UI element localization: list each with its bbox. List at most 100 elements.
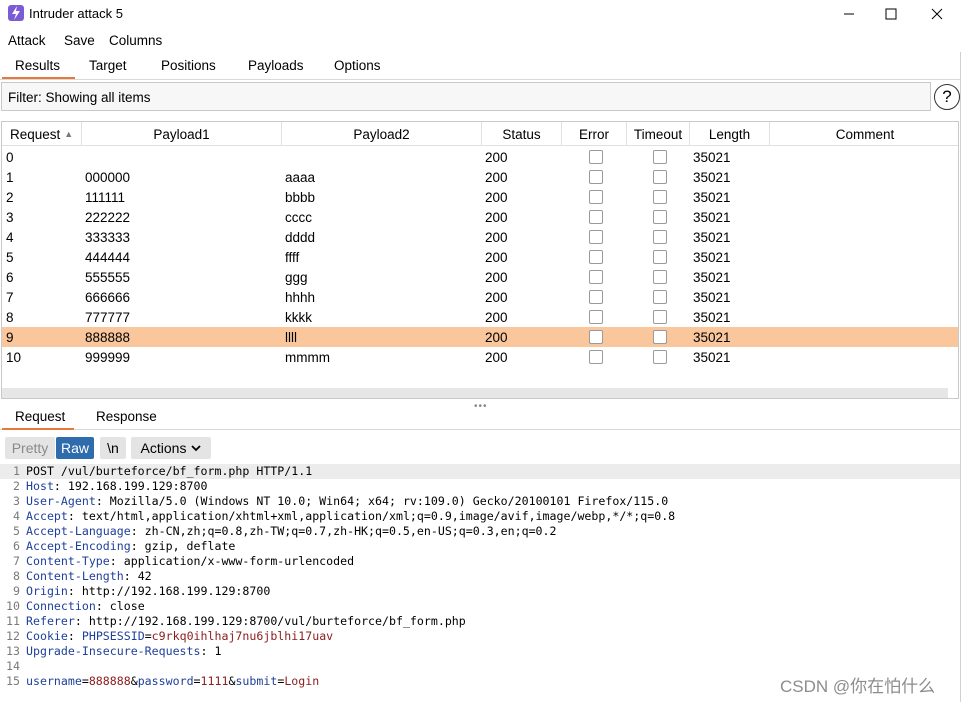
table-row[interactable]: 5 444444 ffff 200 35021	[2, 247, 958, 267]
menu-attack[interactable]: Attack	[8, 33, 46, 48]
column-header-label: Error	[579, 126, 609, 142]
editor-line: 13 Upgrade-Insecure-Requests: 1	[0, 644, 960, 659]
editor-line: 2 Host: 192.168.199.129:8700	[0, 479, 960, 494]
maximize-button[interactable]	[868, 0, 914, 28]
show-newlines-button[interactable]: \n	[100, 437, 126, 459]
request-editor[interactable]: 1 POST /vul/burteforce/bf_form.php HTTP/1…	[0, 463, 960, 702]
timeout-checkbox	[653, 250, 667, 264]
header-name: Content-Length	[26, 569, 124, 583]
cell-payload1: 222222	[85, 210, 131, 225]
cell-status: 200	[485, 330, 508, 345]
line-code: Accept-Language: zh-CN,zh;q=0.8,zh-TW;q=…	[26, 524, 557, 538]
header-name: Origin	[26, 584, 68, 598]
editor-line: 1 POST /vul/burteforce/bf_form.php HTTP/1…	[0, 464, 960, 479]
error-checkbox	[589, 270, 603, 284]
request-line-text: POST /vul/burteforce/bf_form.php HTTP/1.…	[26, 464, 313, 478]
table-row[interactable]: 2 111111 bbbb 200 35021	[2, 187, 958, 207]
watermark: CSDN @你在怕什么	[780, 677, 936, 696]
menu-bar: Attack Save Columns	[0, 30, 967, 52]
tab-results[interactable]: Results	[15, 58, 60, 73]
table-row[interactable]: 10 999999 mmmm 200 35021	[2, 347, 958, 367]
header-value: 42	[137, 569, 152, 583]
table-row[interactable]: 4 333333 dddd 200 35021	[2, 227, 958, 247]
tab-positions[interactable]: Positions	[161, 58, 216, 73]
colon-separator: :	[74, 614, 89, 628]
editor-line: 5 Accept-Language: zh-CN,zh;q=0.8,zh-TW;q…	[0, 524, 960, 539]
table-row[interactable]: 1 000000 aaaa 200 35021	[2, 167, 958, 187]
cell-status: 200	[485, 150, 508, 165]
raw-button[interactable]: Raw	[56, 437, 94, 459]
cell-status: 200	[485, 270, 508, 285]
cell-status: 200	[485, 230, 508, 245]
line-number: 1	[13, 464, 20, 478]
active-tab-indicator	[2, 77, 75, 79]
cell-payload1: 999999	[85, 350, 131, 365]
column-header-label: Payload2	[353, 126, 410, 142]
column-header-length[interactable]: Length	[690, 122, 770, 146]
results-table: Request ▲ Payload1 Payload2 Status Error …	[1, 121, 959, 399]
cell-request: 4	[6, 230, 14, 245]
column-header-comment[interactable]: Comment	[770, 122, 958, 146]
menu-columns[interactable]: Columns	[109, 33, 162, 48]
minimize-button[interactable]	[826, 0, 872, 28]
menu-save[interactable]: Save	[64, 33, 95, 48]
horizontal-scrollbar[interactable]	[2, 388, 948, 398]
header-name: Accept	[26, 509, 68, 523]
filter-bar[interactable]: Filter: Showing all items	[1, 82, 931, 111]
tab-response[interactable]: Response	[96, 409, 157, 424]
table-row[interactable]: 0 200 35021	[2, 147, 958, 167]
line-code: username=888888&password=1111&submit=Log…	[26, 674, 319, 688]
header-value: http://192.168.199.129:8700/vul/burtefor…	[88, 614, 466, 628]
cookie-name: PHPSESSID	[81, 629, 145, 643]
cell-payload2: mmmm	[285, 350, 330, 365]
header-value: text/html,application/xhtml+xml,applicat…	[81, 509, 676, 523]
line-number: 10	[6, 599, 20, 613]
cell-request: 0	[6, 150, 14, 165]
column-header-payload1[interactable]: Payload1	[82, 122, 282, 146]
column-header-payload2[interactable]: Payload2	[282, 122, 482, 146]
colon-separator: :	[95, 599, 110, 613]
header-name: Accept-Language	[26, 524, 131, 538]
header-name: Accept-Encoding	[26, 539, 131, 553]
table-row[interactable]: 9 888888 llll 200 35021	[2, 327, 958, 347]
tab-options[interactable]: Options	[334, 58, 381, 73]
table-row[interactable]: 3 222222 cccc 200 35021	[2, 207, 958, 227]
tab-payloads[interactable]: Payloads	[248, 58, 304, 73]
tab-target[interactable]: Target	[89, 58, 127, 73]
header-name: Connection	[26, 599, 96, 613]
cell-length: 35021	[693, 230, 731, 245]
tab-request[interactable]: Request	[15, 409, 65, 424]
column-header-error[interactable]: Error	[562, 122, 627, 146]
pretty-button[interactable]: Pretty	[5, 437, 55, 459]
help-icon[interactable]: ?	[934, 84, 960, 110]
cell-request: 10	[6, 350, 22, 365]
cell-payload2: ggg	[285, 270, 308, 285]
close-button[interactable]	[914, 0, 960, 28]
chevron-down-icon	[191, 444, 202, 451]
line-code: Host: 192.168.199.129:8700	[26, 479, 208, 493]
table-row[interactable]: 6 555555 ggg 200 35021	[2, 267, 958, 287]
header-value: 192.168.199.129:8700	[67, 479, 208, 493]
column-header-timeout[interactable]: Timeout	[627, 122, 690, 146]
header-value: http://192.168.199.129:8700	[81, 584, 271, 598]
colon-separator: :	[67, 584, 82, 598]
cell-payload1: 888888	[85, 330, 131, 345]
line-number: 5	[13, 524, 20, 538]
body-param-name: submit	[235, 674, 278, 688]
column-header-status[interactable]: Status	[482, 122, 562, 146]
attack-tabs: Results Target Positions Payloads Option…	[0, 54, 960, 80]
table-row[interactable]: 7 666666 hhhh 200 35021	[2, 287, 958, 307]
line-code: Content-Length: 42	[26, 569, 152, 583]
cell-length: 35021	[693, 330, 731, 345]
cell-payload1: 666666	[85, 290, 131, 305]
cookie-value: c9rkq0ihlhaj7nu6jblhi17uav	[151, 629, 334, 643]
timeout-checkbox	[653, 150, 667, 164]
editor-line: 10 Connection: close	[0, 599, 960, 614]
actions-button[interactable]: Actions	[131, 437, 211, 459]
table-row[interactable]: 8 777777 kkkk 200 35021	[2, 307, 958, 327]
cell-request: 7	[6, 290, 14, 305]
column-header-request[interactable]: Request ▲	[2, 122, 82, 146]
editor-line: 12 Cookie: PHPSESSID=c9rkq0ihlhaj7nu6jblh…	[0, 629, 960, 644]
editor-line: 8 Content-Length: 42	[0, 569, 960, 584]
header-name: Upgrade-Insecure-Requests	[26, 644, 201, 658]
